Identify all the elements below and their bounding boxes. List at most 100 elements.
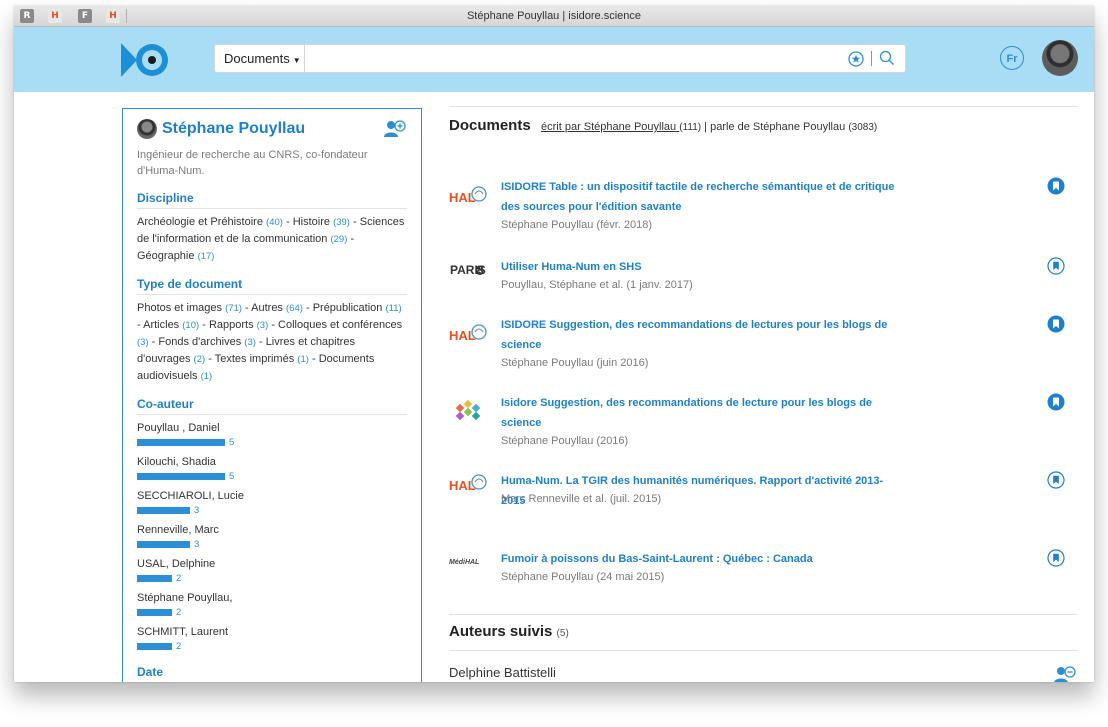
coauthor-bar-row: 2: [137, 572, 407, 585]
coauthor-name[interactable]: Renneville, Marc: [137, 523, 407, 538]
documents-title: Documents: [449, 117, 531, 134]
bookmark-icon[interactable]: [1047, 471, 1065, 489]
written-by-link[interactable]: écrit par Stéphane Pouyllau: [541, 121, 679, 133]
isidore-logo-icon[interactable]: [119, 41, 169, 79]
source-logo-icon: HAL: [449, 321, 489, 350]
title-bar: R H F H Stéphane Pouyllau | isidore.scie…: [14, 6, 1094, 27]
facet-item[interactable]: Rapports (3): [209, 319, 268, 331]
document-meta: Stéphane Pouyllau (2016): [501, 435, 629, 447]
coauthor-item[interactable]: Renneville, Marc 3: [137, 523, 407, 551]
facet-title-discipline: Discipline: [137, 191, 407, 209]
following-title: Auteurs suivis (5): [449, 623, 569, 640]
source-logo-icon: HAL: [449, 183, 489, 212]
search-divider: [871, 51, 872, 66]
written-count: (111): [679, 122, 702, 133]
facet-title-type: Type de document: [137, 277, 407, 295]
document-title-link[interactable]: Utiliser Huma-Num en SHS: [501, 257, 901, 277]
document-title-link[interactable]: ISIDORE Suggestion, des recommandations …: [501, 315, 901, 355]
documents-header: Documents écrit par Stéphane Pouyllau (1…: [449, 107, 1077, 147]
star-icon[interactable]: [848, 51, 864, 67]
search-input[interactable]: [307, 47, 841, 71]
site-header: Documents ▼ Fr: [14, 27, 1094, 92]
coauthor-item[interactable]: Kilouchi, Shadia 5: [137, 455, 407, 483]
bookmark-icon[interactable]: [1047, 393, 1065, 411]
divider: [449, 614, 1077, 615]
coauthor-name[interactable]: Pouyllau , Daniel: [137, 421, 407, 436]
user-avatar[interactable]: [1042, 40, 1078, 76]
coauthor-item[interactable]: USAL, Delphine 2: [137, 557, 407, 585]
follow-author-icon[interactable]: [383, 119, 407, 139]
document-title-link[interactable]: ISIDORE Table : un dispositif tactile de…: [501, 177, 901, 217]
facet-item[interactable]: Géographie (17): [137, 250, 214, 262]
document-title-link[interactable]: Isidore Suggestion, des recommandations …: [501, 393, 901, 433]
facet-item[interactable]: Prépublication (11): [313, 302, 402, 314]
coauthor-count: 5: [229, 437, 235, 448]
caret-down-icon: ▼: [292, 56, 301, 65]
bookmark-icon[interactable]: [1047, 315, 1065, 333]
document-meta: Stéphane Pouyllau (juin 2016): [501, 357, 649, 369]
coauthor-count: 2: [176, 641, 182, 652]
coauthor-item[interactable]: SECCHIAROLI, Lucie 3: [137, 489, 407, 517]
coauthor-name[interactable]: Stéphane Pouyllau,: [137, 591, 407, 606]
facet-title-date: Date: [137, 665, 407, 682]
document-list: HAL ISIDORE Table : un dispositif tactile…: [449, 147, 1077, 607]
window-title: Stéphane Pouyllau | isidore.science: [466, 10, 642, 22]
bookmark-icon[interactable]: [1047, 549, 1065, 567]
coauthor-name[interactable]: SECCHIAROLI, Lucie: [137, 489, 407, 504]
source-logo-icon: MédiHAL: [449, 549, 489, 578]
profile-name[interactable]: Stéphane Pouyllau: [162, 117, 305, 141]
search-bar: Documents ▼: [214, 44, 906, 73]
language-button[interactable]: Fr: [1000, 46, 1024, 70]
coauthor-item[interactable]: SCHMITT, Laurent 2: [137, 625, 407, 653]
search-icon[interactable]: [879, 50, 895, 66]
coauthor-count: 2: [176, 607, 182, 618]
coauthor-count: 3: [194, 539, 200, 550]
coauthor-count: 3: [194, 505, 200, 516]
coauthor-name[interactable]: Kilouchi, Shadia: [137, 455, 407, 470]
bookmark-icon[interactable]: [1047, 257, 1065, 275]
coauthor-bar: [137, 439, 225, 446]
coauthor-bar: [137, 507, 190, 514]
search-type-dropdown[interactable]: Documents ▼: [215, 45, 305, 72]
source-logo-icon: [449, 399, 489, 428]
document-meta: Pouyllau, Stéphane et al. (1 janv. 2017): [501, 279, 693, 291]
coauthor-bar-row: 3: [137, 538, 407, 551]
followed-author-name[interactable]: Delphine Battistelli: [449, 665, 556, 680]
coauthor-bar: [137, 609, 172, 616]
source-logo-icon: HAL: [449, 471, 489, 500]
filter-separator: |: [704, 121, 708, 133]
facet-item[interactable]: Photos et images (71): [137, 302, 242, 314]
facet-item[interactable]: Autres (64): [251, 302, 303, 314]
unfollow-author-icon[interactable]: [1053, 665, 1077, 682]
document-meta: Stéphane Pouyllau (févr. 2018): [501, 219, 653, 231]
facet-item[interactable]: Textes imprimés (1): [215, 353, 309, 365]
svg-text:MédiHAL: MédiHAL: [449, 559, 479, 566]
search-type-label: Documents: [224, 51, 290, 66]
profile-header: Stéphane Pouyllau: [137, 117, 407, 143]
coauthor-bar: [137, 473, 225, 480]
facet-type-list: Photos et images (71) - Autres (64) - Pr…: [137, 302, 403, 382]
coauthor-bar: [137, 541, 190, 548]
coauthor-name[interactable]: USAL, Delphine: [137, 557, 407, 572]
coauthor-item[interactable]: Stéphane Pouyllau, 2: [137, 591, 407, 619]
facet-item[interactable]: Histoire (39): [293, 216, 350, 228]
coauthor-count: 5: [229, 471, 235, 482]
document-meta: Stéphane Pouyllau (24 mai 2015): [501, 571, 665, 583]
coauthor-bar-row: 2: [137, 640, 407, 653]
coauthor-bar-row: 5: [137, 470, 407, 483]
svg-text:8: 8: [476, 262, 484, 278]
facet-item[interactable]: Archéologie et Préhistoire (40): [137, 216, 283, 228]
about-link[interactable]: parle de Stéphane Pouyllau (3083): [710, 121, 877, 133]
coauthor-bar-row: 2: [137, 606, 407, 619]
facet-item[interactable]: Articles (10): [143, 319, 199, 331]
facet-item[interactable]: Fonds d'archives (3): [158, 336, 256, 348]
coauthor-name[interactable]: SCHMITT, Laurent: [137, 625, 407, 640]
coauthor-item[interactable]: Pouyllau , Daniel 5: [137, 421, 407, 449]
bookmark-icon[interactable]: [1047, 177, 1065, 195]
profile-avatar: [137, 119, 157, 139]
main-content: Documents écrit par Stéphane Pouyllau (1…: [449, 106, 1077, 682]
coauthor-bar: [137, 575, 172, 582]
document-title-link[interactable]: Fumoir à poissons du Bas-Saint-Laurent :…: [501, 549, 901, 569]
browser-window: R H F H Stéphane Pouyllau | isidore.scie…: [14, 6, 1094, 682]
followed-author-row[interactable]: Delphine Battistelli: [449, 650, 1077, 682]
